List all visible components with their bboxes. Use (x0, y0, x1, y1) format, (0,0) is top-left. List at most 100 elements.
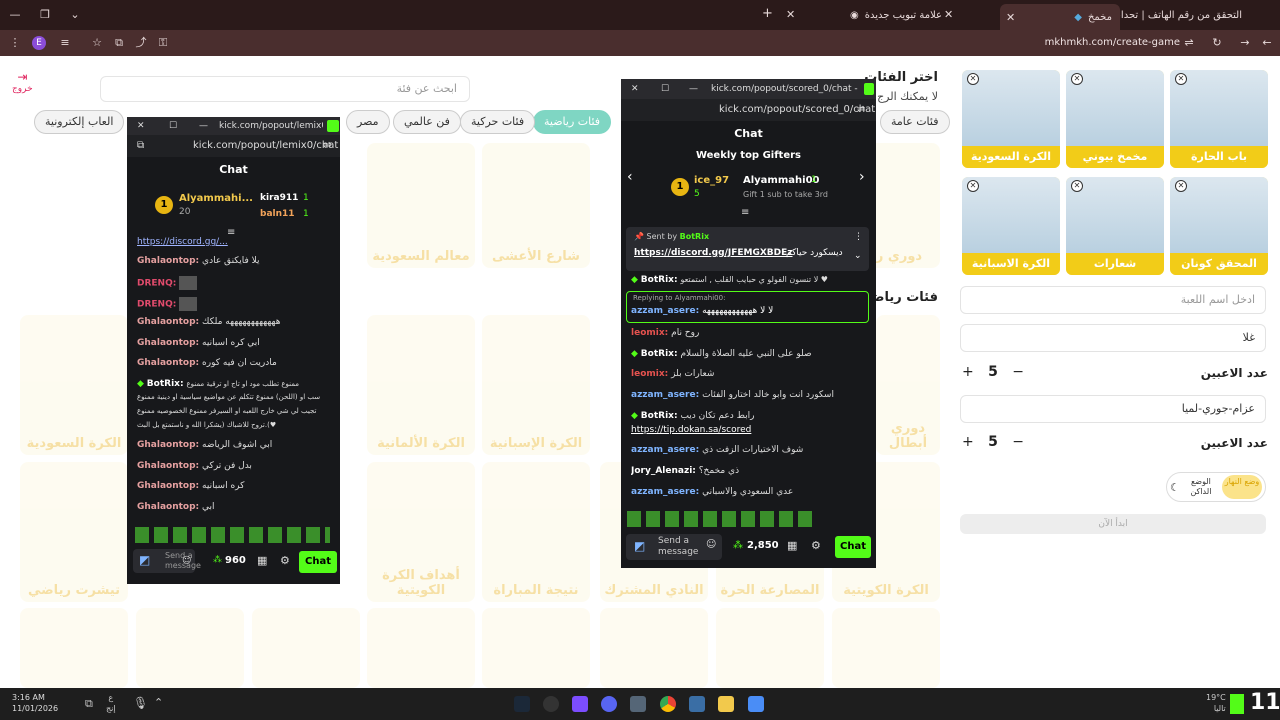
selected-category-card[interactable]: شعارات ✕ (1066, 177, 1164, 275)
day-mode-option[interactable]: وضع النهار (1222, 475, 1262, 499)
game-name-input[interactable]: ادخل اسم اللعبة (960, 286, 1266, 314)
site-settings-icon[interactable]: ⇌ (1180, 30, 1198, 56)
menu-dots-icon[interactable]: ⋮ (6, 30, 24, 56)
decrement-button[interactable]: − (1012, 364, 1024, 380)
steam-icon[interactable] (514, 696, 530, 712)
expand-icon[interactable]: ⌄ (854, 251, 862, 261)
weather-widget[interactable]: 19°C تاليا (1206, 692, 1226, 714)
close-tab-icon[interactable]: ✕ (1006, 11, 1015, 24)
username[interactable]: Ghalaontop: (137, 338, 199, 348)
microphone-icon[interactable]: 🎙 (133, 696, 148, 710)
tab-mkhmkh[interactable]: مخمخ ◆ ✕ (1000, 4, 1120, 30)
bookmark-star-icon[interactable]: ☆ (88, 30, 106, 56)
category-card[interactable] (832, 608, 940, 688)
username[interactable]: BotRix: (641, 349, 678, 359)
username[interactable]: Ghalaontop: (137, 481, 199, 491)
username[interactable]: leomix: (631, 328, 668, 338)
emote-bar[interactable] (135, 527, 330, 543)
chip-general[interactable]: فئات عامة (880, 110, 950, 134)
chat-send-button[interactable]: Chat (835, 536, 871, 558)
settings-gear-icon[interactable]: ⚙ (811, 539, 821, 552)
extension-icon[interactable]: ⧉ (110, 30, 128, 56)
username[interactable]: BotRix: (641, 411, 678, 421)
restore-window-icon[interactable]: ❐ (36, 2, 54, 28)
increment-button[interactable]: + (962, 364, 974, 380)
minimize-window-icon[interactable]: — (6, 2, 24, 28)
chip-world-art[interactable]: فن عالمي (393, 110, 461, 134)
category-card[interactable] (367, 608, 475, 688)
selected-category-card[interactable]: باب الحارة ✕ (1170, 70, 1268, 168)
username[interactable]: Ghalaontop: (137, 502, 199, 512)
category-search-input[interactable]: ابحث عن فئة (100, 76, 470, 102)
increment-button[interactable]: + (962, 434, 974, 450)
username[interactable]: azzam_asere: (631, 487, 699, 497)
chat-send-button[interactable]: Chat (299, 551, 337, 573)
selected-category-card[interactable]: الكرة الاسبانية ✕ (962, 177, 1060, 275)
settings-gear-icon[interactable]: ⚙ (280, 554, 290, 567)
username[interactable]: azzam_asere: (631, 390, 699, 400)
reload-icon[interactable]: ↻ (1208, 30, 1226, 56)
selected-category-card[interactable]: مخمخ بيوني ✕ (1066, 70, 1164, 168)
tab-search-icon[interactable]: ≡ (56, 30, 74, 56)
minimize-icon[interactable]: — (689, 79, 698, 99)
tab-verify-phone[interactable]: التحقق من رقم الهاتف | تحداني (1110, 4, 1250, 26)
emoji-icon[interactable]: ☺ (182, 556, 191, 566)
remove-icon[interactable]: ✕ (967, 73, 979, 85)
file-explorer-icon[interactable] (718, 696, 734, 712)
category-card[interactable]: تيشرت رياضي (20, 462, 128, 602)
send-message-input[interactable]: ◩ Send a message ☺ (626, 534, 722, 560)
discord-icon[interactable] (601, 696, 617, 712)
category-card[interactable] (600, 608, 708, 688)
collapse-icon[interactable]: ≡ (741, 207, 749, 218)
category-card[interactable]: الكرة الألمانية (367, 315, 475, 455)
category-card[interactable]: الكرة السعودية (20, 315, 128, 455)
selected-category-card[interactable]: المحقق كونان ✕ (1170, 177, 1268, 275)
share-icon[interactable]: ⤴ (132, 30, 150, 56)
gift-icon[interactable]: ▦ (787, 539, 797, 552)
username[interactable]: Ghalaontop: (137, 461, 199, 471)
chip-egypt[interactable]: مصر (346, 110, 390, 134)
emote-bar[interactable] (627, 511, 812, 527)
more-options-icon[interactable]: ⋮ (854, 232, 863, 242)
chip-electronic-games[interactable]: العاب إلكترونية (34, 110, 125, 134)
username[interactable]: Jory_Alenazi: (631, 466, 696, 476)
remove-icon[interactable]: ✕ (967, 180, 979, 192)
obs-icon[interactable] (543, 696, 559, 712)
category-card[interactable]: دوري أبطال (876, 315, 940, 455)
language-indicator[interactable]: ع إنج (106, 692, 116, 714)
tab-new-tab[interactable]: علامة تبويب جديدة ◉ (810, 4, 950, 26)
category-card[interactable] (716, 608, 824, 688)
category-card[interactable]: معالم السعودية (367, 143, 475, 268)
remove-icon[interactable]: ✕ (1071, 73, 1083, 85)
pinned-link[interactable]: https://discord.gg/JFEMGXBDEz (634, 248, 793, 258)
category-card[interactable] (252, 608, 360, 688)
site-info-icon[interactable]: ⧉ (137, 135, 144, 157)
forward-icon[interactable]: → (1236, 30, 1254, 56)
minimize-icon[interactable]: — (199, 117, 208, 135)
desktop-icon[interactable]: ⧉ (85, 697, 93, 711)
category-card[interactable]: نتيجة المباراة (482, 462, 590, 602)
back-icon[interactable]: ← (1258, 30, 1276, 56)
chevron-up-icon[interactable]: ⌃ (154, 696, 163, 709)
emoji-icon[interactable]: ☺ (706, 539, 716, 550)
username[interactable]: Ghalaontop: (137, 317, 199, 327)
username[interactable]: leomix: (631, 369, 668, 379)
username[interactable]: Ghalaontop: (137, 440, 199, 450)
chevron-left-icon[interactable]: ‹ (627, 169, 633, 185)
close-tab-icon[interactable]: ✕ (944, 8, 953, 21)
start-icon[interactable] (748, 696, 764, 712)
chevron-right-icon[interactable]: › (859, 169, 865, 185)
username[interactable]: BotRix: (147, 379, 184, 389)
category-card[interactable] (136, 608, 244, 688)
profile-avatar[interactable]: E (32, 36, 46, 50)
message-text[interactable]: https://discord.gg/... (137, 237, 228, 247)
username[interactable]: azzam_asere: (631, 306, 699, 316)
store-icon[interactable] (689, 696, 705, 712)
maximize-icon[interactable]: ☐ (169, 117, 177, 135)
category-card[interactable]: أهداف الكرة الكويتية (367, 462, 475, 602)
logout-button[interactable]: ⇥ خروج (12, 70, 33, 94)
gift-icon[interactable]: ▦ (257, 554, 267, 567)
remove-icon[interactable]: ✕ (1175, 180, 1187, 192)
app-icon[interactable] (572, 696, 588, 712)
maximize-icon[interactable]: ☐ (661, 79, 669, 99)
